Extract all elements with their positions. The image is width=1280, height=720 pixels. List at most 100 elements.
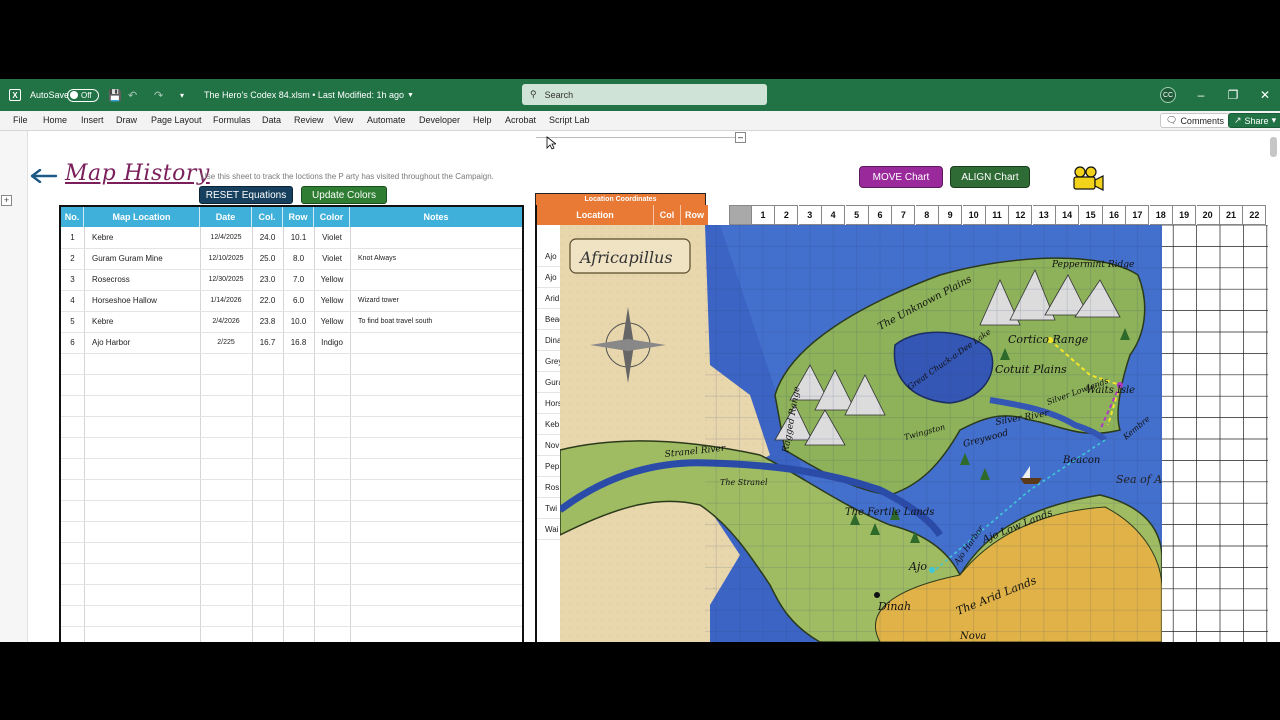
grid-column-header[interactable]: 15	[1079, 205, 1103, 225]
expand-icon[interactable]: +	[1, 195, 12, 206]
redo-icon[interactable]: ↷	[154, 79, 163, 111]
autosave-toggle[interactable]: Off	[67, 88, 99, 102]
align-chart-button[interactable]: ALIGN Chart	[950, 166, 1030, 188]
cell-color[interactable]: Yellow	[314, 269, 350, 290]
cell-notes[interactable]	[350, 227, 522, 248]
grid-column-header[interactable]: 2	[775, 205, 799, 225]
table-row[interactable]: 3 Rosecross 12/30/2025 23.0 7.0 Yellow	[61, 269, 522, 290]
cell-date[interactable]: 12/30/2025	[200, 269, 252, 290]
menu-home[interactable]: Home	[43, 115, 67, 125]
grid-column-header[interactable]: 8	[915, 205, 939, 225]
grid-corner-cell[interactable]	[729, 205, 752, 225]
file-title[interactable]: The Hero's Codex 84.xlsm • Last Modified…	[204, 90, 404, 100]
cell-no[interactable]: 1	[61, 227, 84, 248]
cell-location[interactable]: Kebre	[84, 311, 200, 332]
cell-notes[interactable]: To find boat travel south	[350, 311, 522, 332]
grid-column-header[interactable]: 9	[939, 205, 963, 225]
cell-color[interactable]: Yellow	[314, 311, 350, 332]
grid-column-header[interactable]: 22	[1243, 205, 1267, 225]
undo-icon[interactable]: ↶	[128, 79, 137, 111]
back-arrow-icon[interactable]	[30, 169, 58, 183]
cell-date[interactable]: 12/10/2025	[200, 248, 252, 269]
cell-location[interactable]: Kebre	[84, 227, 200, 248]
cell-row[interactable]: 6.0	[283, 290, 314, 311]
grid-column-header[interactable]: 19	[1173, 205, 1197, 225]
menu-automate[interactable]: Automate	[367, 115, 406, 125]
menu-help[interactable]: Help	[473, 115, 492, 125]
table-row[interactable]: 4 Horseshoe Hallow 1/14/2026 22.0 6.0 Yellow W…	[61, 290, 522, 311]
customize-toolbar-icon[interactable]: ▾	[180, 79, 184, 111]
update-colors-button[interactable]: Update Colors	[301, 186, 387, 204]
cell-row[interactable]: 10.0	[283, 311, 314, 332]
cell-color[interactable]: Violet	[314, 227, 350, 248]
menu-developer[interactable]: Developer	[419, 115, 460, 125]
cell-date[interactable]: 2/4/2026	[200, 311, 252, 332]
grid-column-header[interactable]: 5	[845, 205, 869, 225]
menu-script-lab[interactable]: Script Lab	[549, 115, 590, 125]
menu-formulas[interactable]: Formulas	[213, 115, 251, 125]
menu-view[interactable]: View	[334, 115, 353, 125]
cell-notes[interactable]	[350, 332, 522, 353]
grid-column-header[interactable]: 7	[892, 205, 916, 225]
grid-column-header[interactable]: 3	[798, 205, 822, 225]
grid-column-header[interactable]: 1	[752, 205, 775, 225]
grid-column-header[interactable]: 4	[822, 205, 846, 225]
grid-column-header[interactable]: 6	[869, 205, 892, 225]
move-chart-button[interactable]: MOVE Chart	[859, 166, 943, 188]
table-row[interactable]: 6 Ajo Harbor 2/225 16.7 16.8 Indigo	[61, 332, 522, 353]
reset-equations-button[interactable]: RESET Equations	[199, 186, 293, 204]
grid-column-header[interactable]: 21	[1220, 205, 1243, 225]
grid-column-header[interactable]: 13	[1032, 205, 1056, 225]
menu-data[interactable]: Data	[262, 115, 281, 125]
camera-icon[interactable]	[1071, 166, 1105, 192]
cell-col[interactable]: 23.0	[252, 269, 283, 290]
search-input[interactable]: ⚲ Search	[522, 84, 767, 105]
menu-insert[interactable]: Insert	[81, 115, 104, 125]
cell-no[interactable]: 2	[61, 248, 84, 269]
worksheet[interactable]: + – Map History Use this sheet to track …	[0, 131, 1280, 642]
cell-location[interactable]: Rosecross	[84, 269, 200, 290]
cell-color[interactable]: Indigo	[314, 332, 350, 353]
cell-location[interactable]: Horseshoe Hallow	[84, 290, 200, 311]
cell-notes[interactable]: Wizard tower	[350, 290, 522, 311]
cell-notes[interactable]	[350, 269, 522, 290]
menu-review[interactable]: Review	[294, 115, 324, 125]
close-icon[interactable]: ✕	[1258, 88, 1272, 102]
cell-date[interactable]: 12/4/2025	[200, 227, 252, 248]
table-row[interactable]: 1 Kebre 12/4/2025 24.0 10.1 Violet	[61, 227, 522, 248]
cell-col[interactable]: 24.0	[252, 227, 283, 248]
avatar[interactable]: CC	[1160, 87, 1176, 103]
cell-row[interactable]: 16.8	[283, 332, 314, 353]
table-row[interactable]: 2 Guram Guram Mine 12/10/2025 25.0 8.0 Violet…	[61, 248, 522, 269]
grid-column-header[interactable]: 16	[1103, 205, 1126, 225]
collapse-icon[interactable]: –	[735, 132, 746, 143]
menu-acrobat[interactable]: Acrobat	[505, 115, 536, 125]
cell-date[interactable]: 2/225	[200, 332, 252, 353]
restore-icon[interactable]: ❐	[1226, 88, 1240, 102]
cell-date[interactable]: 1/14/2026	[200, 290, 252, 311]
share-button[interactable]: ↗ Share ▾	[1228, 113, 1280, 128]
menu-page-layout[interactable]: Page Layout	[151, 115, 202, 125]
cell-col[interactable]: 16.7	[252, 332, 283, 353]
cell-location[interactable]: Ajo Harbor	[84, 332, 200, 353]
cell-no[interactable]: 4	[61, 290, 84, 311]
cell-location[interactable]: Guram Guram Mine	[84, 248, 200, 269]
cell-row[interactable]: 10.1	[283, 227, 314, 248]
cell-color[interactable]: Violet	[314, 248, 350, 269]
cell-no[interactable]: 5	[61, 311, 84, 332]
minimize-icon[interactable]: –	[1194, 88, 1208, 102]
grid-column-header[interactable]: 12	[1009, 205, 1033, 225]
grid-column-header[interactable]: 10	[962, 205, 986, 225]
cell-col[interactable]: 25.0	[252, 248, 283, 269]
cell-col[interactable]: 22.0	[252, 290, 283, 311]
grid-column-header[interactable]: 18	[1149, 205, 1173, 225]
menu-file[interactable]: File	[13, 115, 28, 125]
cell-no[interactable]: 6	[61, 332, 84, 353]
cell-notes[interactable]: Knot Always	[350, 248, 522, 269]
cell-no[interactable]: 3	[61, 269, 84, 290]
menu-draw[interactable]: Draw	[116, 115, 137, 125]
table-row[interactable]: 5 Kebre 2/4/2026 23.8 10.0 Yellow To find boat…	[61, 311, 522, 332]
cell-row[interactable]: 7.0	[283, 269, 314, 290]
grid-column-header[interactable]: 14	[1056, 205, 1080, 225]
fantasy-map[interactable]: Africapillus Peppermint Ridge The Unknow…	[560, 225, 1162, 642]
